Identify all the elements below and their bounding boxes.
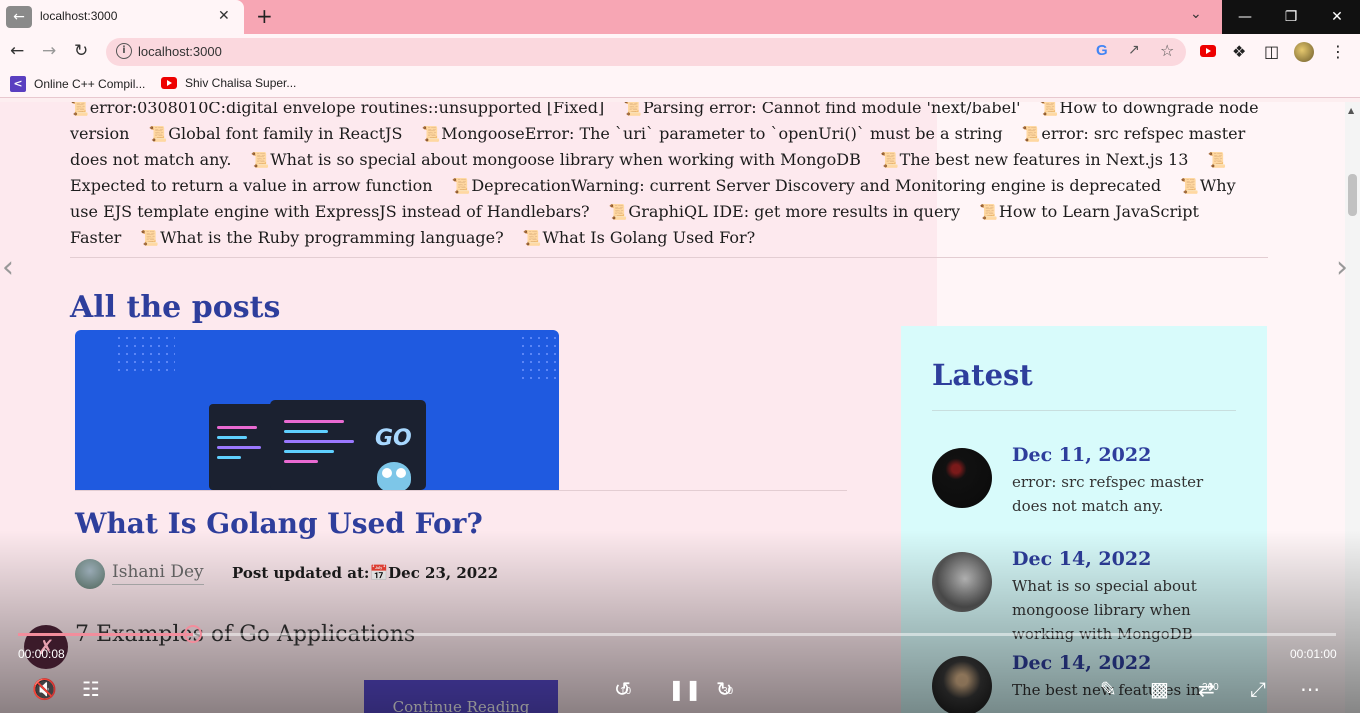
rewind-seconds: 10	[620, 686, 632, 697]
post-link[interactable]: What is the Ruby programming language?	[140, 228, 503, 247]
tab-title: localhost:3000	[40, 9, 118, 23]
youtube-extension-icon[interactable]	[1200, 45, 1216, 57]
post-thumbnail	[932, 552, 992, 612]
latest-date[interactable]: Dec 14, 2022	[1012, 652, 1151, 674]
latest-text[interactable]: error: src refspec master does not match…	[1012, 470, 1212, 518]
bookmark-label: Shiv Chalisa Super...	[185, 76, 297, 90]
youtube-icon	[161, 77, 177, 89]
post-link[interactable]: error:0308010C:digital envelope routines…	[70, 102, 604, 117]
bookmark-star-icon[interactable]: ☆	[1160, 41, 1174, 60]
latest-title: Latest	[932, 358, 1033, 392]
browser-tab[interactable]: ← localhost:3000 ✕	[0, 0, 244, 34]
browser-toolbar: ← → ↻ i localhost:3000 G ↗ ☆ ❖ ◫ ⋮	[0, 34, 1360, 70]
captions-icon[interactable]: ☷	[82, 677, 100, 701]
fullscreen-icon[interactable]: ⤢	[1250, 677, 1266, 701]
post-link[interactable]: DeprecationWarning: current Server Disco…	[452, 176, 1161, 195]
profile-avatar[interactable]	[1294, 42, 1314, 62]
author-name[interactable]: Ishani Dey	[112, 562, 204, 585]
divider	[70, 257, 1268, 258]
latest-date[interactable]: Dec 14, 2022	[1012, 548, 1151, 570]
divider	[75, 490, 847, 491]
post-link[interactable]: What Is Golang Used For?	[523, 228, 755, 247]
post-link[interactable]: The best new features in Next.js 13	[880, 150, 1188, 169]
tab-strip: ← localhost:3000 ✕ + ⌄ — ❐ ✕	[0, 0, 1360, 34]
tab-search-icon[interactable]: ⌄	[1190, 6, 1202, 22]
decor-dots	[115, 334, 175, 374]
more-options-icon[interactable]: ⋯	[1300, 677, 1320, 701]
restore-icon[interactable]: ❐	[1268, 0, 1314, 34]
url-text[interactable]: localhost:3000	[138, 44, 222, 59]
post-link[interactable]: GraphiQL IDE: get more results in query	[609, 202, 960, 221]
new-tab-icon[interactable]: +	[256, 4, 273, 28]
google-lens-icon[interactable]: G	[1096, 42, 1108, 59]
minimize-icon[interactable]: —	[1222, 0, 1268, 34]
forward-seconds: 30	[722, 686, 734, 697]
post-link[interactable]: MongooseError: The `uri` parameter to `o…	[422, 124, 1003, 143]
total-time: 00:01:00	[1290, 647, 1337, 661]
post-title[interactable]: What Is Golang Used For?	[75, 507, 483, 540]
continue-reading-button[interactable]: Continue Reading	[364, 680, 558, 713]
updated-date: Dec 23, 2022	[388, 564, 499, 582]
post-link[interactable]: Global font family in ReactJS	[149, 124, 403, 143]
miniplayer-icon[interactable]: ▩	[1150, 677, 1169, 701]
post-thumbnail	[932, 656, 992, 713]
divider	[932, 410, 1236, 411]
post-links-list: error:0308010C:digital envelope routines…	[70, 102, 1268, 251]
video-progress-bar[interactable]	[18, 625, 1336, 643]
bookmark-item[interactable]: Shiv Chalisa Super...	[161, 76, 296, 90]
bookmark-item[interactable]: < Online C++ Compil...	[10, 76, 145, 92]
pause-icon[interactable]: ❚❚	[668, 677, 702, 701]
post-cover-image[interactable]: GO	[75, 330, 559, 490]
vr-label: 360	[1202, 682, 1219, 693]
menu-kebab-icon[interactable]: ⋮	[1330, 42, 1346, 61]
page-scrollbar[interactable]: ▲	[1345, 102, 1360, 713]
gopher-mascot-icon	[377, 462, 411, 490]
bookmarks-bar: < Online C++ Compil... Shiv Chalisa Supe…	[0, 70, 1360, 98]
author-avatar	[75, 559, 105, 589]
previous-arrow-icon[interactable]: ‹	[2, 250, 14, 285]
posts-heading: All the posts	[70, 290, 281, 325]
scroll-thumb[interactable]	[1348, 174, 1357, 216]
scroll-up-icon[interactable]: ▲	[1348, 106, 1354, 115]
mute-icon[interactable]: 🔇	[32, 677, 57, 701]
post-thumbnail	[932, 448, 992, 508]
bookmark-label: Online C++ Compil...	[34, 77, 146, 91]
page-viewport: error:0308010C:digital envelope routines…	[0, 102, 1360, 713]
reload-icon[interactable]: ↻	[74, 41, 88, 61]
side-panel-icon[interactable]: ◫	[1264, 42, 1279, 61]
close-tab-icon[interactable]: ✕	[218, 8, 230, 24]
address-bar[interactable]: i localhost:3000 G ↗ ☆	[106, 38, 1186, 66]
code-icon: <	[10, 76, 26, 92]
post-link[interactable]: What is so special about mongoose librar…	[251, 150, 861, 169]
share-icon[interactable]: ↗	[1128, 42, 1140, 58]
updated-label: Post updated at:	[232, 564, 370, 582]
latest-sidebar: Latest Dec 11, 2022 error: src refspec m…	[901, 326, 1267, 713]
window-controls: — ❐ ✕	[1222, 0, 1360, 34]
back-arrow-icon[interactable]: ←	[6, 6, 32, 28]
post-link[interactable]: Parsing error: Cannot find module 'next/…	[623, 102, 1020, 117]
current-time: 00:00:08	[18, 647, 65, 661]
back-icon[interactable]: ←	[10, 41, 24, 61]
latest-date[interactable]: Dec 11, 2022	[1012, 444, 1151, 466]
forward-icon[interactable]: →	[42, 41, 56, 61]
tablet-illustration	[209, 404, 279, 490]
site-info-icon[interactable]: i	[116, 43, 132, 59]
go-logo-text: GO	[375, 426, 412, 451]
calendar-icon: 📅	[369, 564, 389, 582]
extensions-puzzle-icon[interactable]: ❖	[1232, 42, 1246, 61]
progress-fill	[18, 633, 194, 636]
edit-pen-icon[interactable]: ✎	[1100, 677, 1117, 701]
post-updated: Post updated at:📅Dec 23, 2022	[232, 564, 498, 582]
close-window-icon[interactable]: ✕	[1314, 0, 1360, 34]
decor-dots	[519, 334, 559, 384]
next-arrow-icon[interactable]: ›	[1336, 250, 1348, 285]
